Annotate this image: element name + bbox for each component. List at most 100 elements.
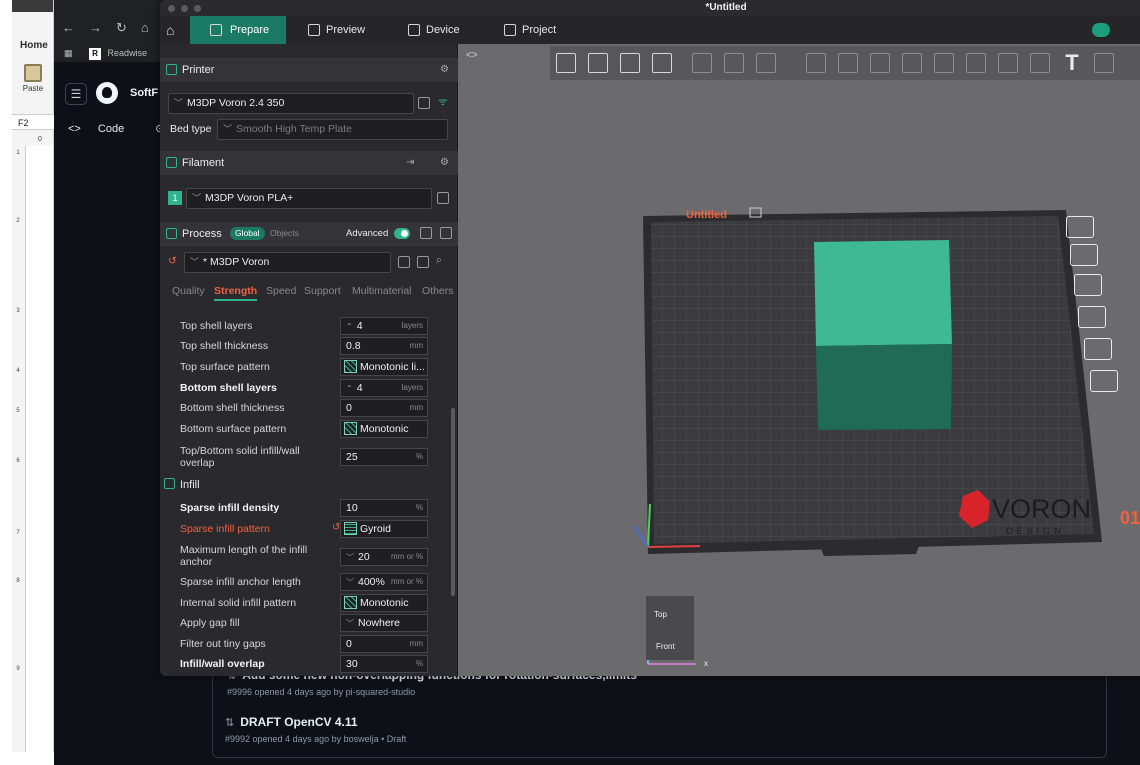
monotonic-pattern-icon [344, 596, 357, 609]
scope-objects-toggle[interactable]: Objects [265, 227, 304, 240]
filament-slot-badge[interactable]: 1 [168, 191, 182, 205]
setting-label: Sparse infill anchor length [180, 576, 301, 588]
reload-icon[interactable]: ↻ [116, 20, 127, 35]
tab-multimaterial[interactable]: Multimaterial [352, 285, 412, 297]
sparse-infill-pattern-select[interactable]: Gyroid [340, 520, 428, 538]
code-icon: <> [68, 123, 84, 135]
ribbon-tab-home[interactable]: Home [12, 12, 53, 64]
chevron-down-icon: ﹀ [223, 124, 233, 134]
top-surface-pattern-select[interactable]: Monotonic li... [340, 358, 428, 376]
process-settings-icon[interactable] [440, 227, 452, 239]
edit-printer-icon[interactable] [418, 97, 430, 109]
printer-settings-icon[interactable]: ⚙ [440, 64, 451, 75]
max-infill-anchor-input[interactable]: ﹀ 20 mm or % [340, 548, 428, 566]
github-logo-icon[interactable] [96, 82, 118, 104]
forward-icon[interactable]: → [89, 20, 102, 35]
top-shell-layers-input[interactable]: ⌃ 4 layers [340, 317, 428, 335]
plate-name-label[interactable]: Untitled [686, 209, 727, 221]
add-filament-icon[interactable]: ⇥ [406, 157, 417, 168]
axis-y [633, 525, 649, 548]
tab-prepare[interactable]: Prepare [190, 16, 286, 44]
wifi-icon[interactable]: ᯤ [438, 95, 448, 109]
infill-wall-overlap-input[interactable]: 30% [340, 655, 428, 673]
sparse-infill-anchor-length-input[interactable]: ﹀ 400% mm or % [340, 573, 428, 591]
tab-project[interactable]: Project [502, 16, 582, 44]
arrange-plate-icon[interactable] [1074, 274, 1102, 296]
bottom-shell-thickness-input[interactable]: 0 mm [340, 399, 428, 417]
home-icon[interactable]: ⌂ [166, 22, 182, 38]
tab-quality[interactable]: Quality [172, 285, 205, 297]
process-section-header[interactable]: Process [160, 222, 458, 246]
tab-speed[interactable]: Speed [266, 285, 296, 297]
home-icon[interactable]: ⌂ [141, 20, 149, 35]
pr-meta: #9996 opened 4 days ago by pi-squared-st… [227, 687, 416, 697]
settings-scrollbar[interactable] [451, 408, 455, 596]
process-preset-select[interactable]: ﹀ * M3DP Voron [184, 252, 391, 273]
setting-value: 25 [346, 451, 358, 463]
apply-gap-fill-select[interactable]: ﹀ Nowhere [340, 614, 428, 632]
setting-value: 30 [346, 658, 358, 670]
edit-filament-icon[interactable] [437, 192, 449, 204]
tab-support[interactable]: Support [304, 285, 341, 297]
spinner-icon: ⌃ [346, 384, 353, 393]
compare-icon[interactable] [420, 227, 432, 239]
repo-owner[interactable]: SoftF [130, 87, 158, 99]
bed-type-select[interactable]: ﹀ Smooth High Temp Plate [217, 119, 448, 140]
search-icon[interactable]: ⌕ [436, 254, 442, 267]
tab-code[interactable]: <> Code [68, 123, 138, 135]
process-icon [166, 228, 177, 239]
reset-preset-icon[interactable]: ↺ [168, 255, 177, 267]
solid-infill-wall-overlap-input[interactable]: 25% [340, 448, 428, 466]
back-icon[interactable]: ← [62, 20, 75, 35]
setting-unit: layers [401, 383, 423, 392]
tab-preview[interactable]: Preview [306, 16, 386, 44]
apps-icon[interactable]: ▦ [64, 48, 73, 58]
setting-value: 0.8 [346, 340, 361, 352]
object-top-face[interactable] [814, 240, 952, 346]
printer-select[interactable]: ﹀ M3DP Voron 2.4 350 [168, 93, 414, 114]
move-plate-icon[interactable] [1090, 370, 1118, 392]
view-cube-top[interactable]: Top [654, 610, 667, 619]
view-cube-front[interactable]: Front [656, 642, 675, 651]
bottom-shell-layers-input[interactable]: ⌃ 4 layers [340, 379, 428, 397]
pr-title[interactable]: DRAFT OpenCV 4.11 [240, 715, 357, 729]
bottom-surface-pattern-select[interactable]: Monotonic [340, 420, 428, 438]
filament-settings-icon[interactable]: ⚙ [440, 157, 451, 168]
plate-settings-icon[interactable] [1084, 338, 1112, 360]
save-preset-icon[interactable] [398, 256, 410, 268]
sparse-infill-density-input[interactable]: 10% [340, 499, 428, 517]
bed-type-value: Smooth High Temp Plate [236, 123, 352, 135]
cell-reference[interactable]: F2 [12, 114, 54, 130]
filament-section-header[interactable]: Filament ⇥ ⚙ [160, 151, 458, 175]
view-cube[interactable]: Top Front [646, 596, 694, 660]
tab-others[interactable]: Others [422, 285, 454, 297]
scope-global-toggle[interactable]: Global [230, 227, 265, 240]
object-front-face[interactable] [816, 344, 952, 430]
bookmark-readwise[interactable]: Readwise [108, 48, 148, 58]
internal-solid-infill-pattern-select[interactable]: Monotonic [340, 594, 428, 612]
dark-mode-toggle[interactable] [1092, 23, 1110, 37]
filter-tiny-gaps-input[interactable]: 0 mm [340, 635, 428, 653]
list-item[interactable]: ⇅ DRAFT OpenCV 4.11 #9992 opened 4 days a… [225, 715, 406, 744]
hamburger-menu-icon[interactable]: ☰ [65, 83, 87, 105]
orient-plate-icon[interactable] [1070, 244, 1098, 266]
paste-button[interactable]: Paste [20, 64, 46, 98]
top-shell-thickness-input[interactable]: 0.8 mm [340, 337, 428, 355]
tab-prepare-label: Prepare [230, 24, 270, 36]
delete-preset-icon[interactable] [417, 256, 429, 268]
remove-plate-icon[interactable] [1066, 216, 1094, 238]
cube-axis-x-label: x [704, 659, 708, 668]
filament-select[interactable]: ﹀ M3DP Voron PLA+ [186, 188, 432, 209]
printer-section-header[interactable]: Printer ⚙ [160, 58, 458, 82]
3d-viewport[interactable]: <> T Untitled VORON DESIGN 01 x Top Fron… [458, 44, 1140, 676]
pr-meta: #9992 opened 4 days ago by boswelja • Dr… [225, 734, 407, 744]
lock-plate-icon[interactable] [1078, 306, 1106, 328]
setting-label: Apply gap fill [180, 617, 240, 629]
setting-unit: % [415, 452, 423, 461]
monotonic-pattern-icon [344, 360, 357, 373]
tab-device[interactable]: Device [406, 16, 476, 44]
setting-label: Top shell layers [180, 320, 253, 332]
tab-strength[interactable]: Strength [214, 285, 258, 301]
advanced-switch[interactable] [394, 228, 410, 239]
plate-number[interactable]: 01 [1120, 508, 1140, 528]
